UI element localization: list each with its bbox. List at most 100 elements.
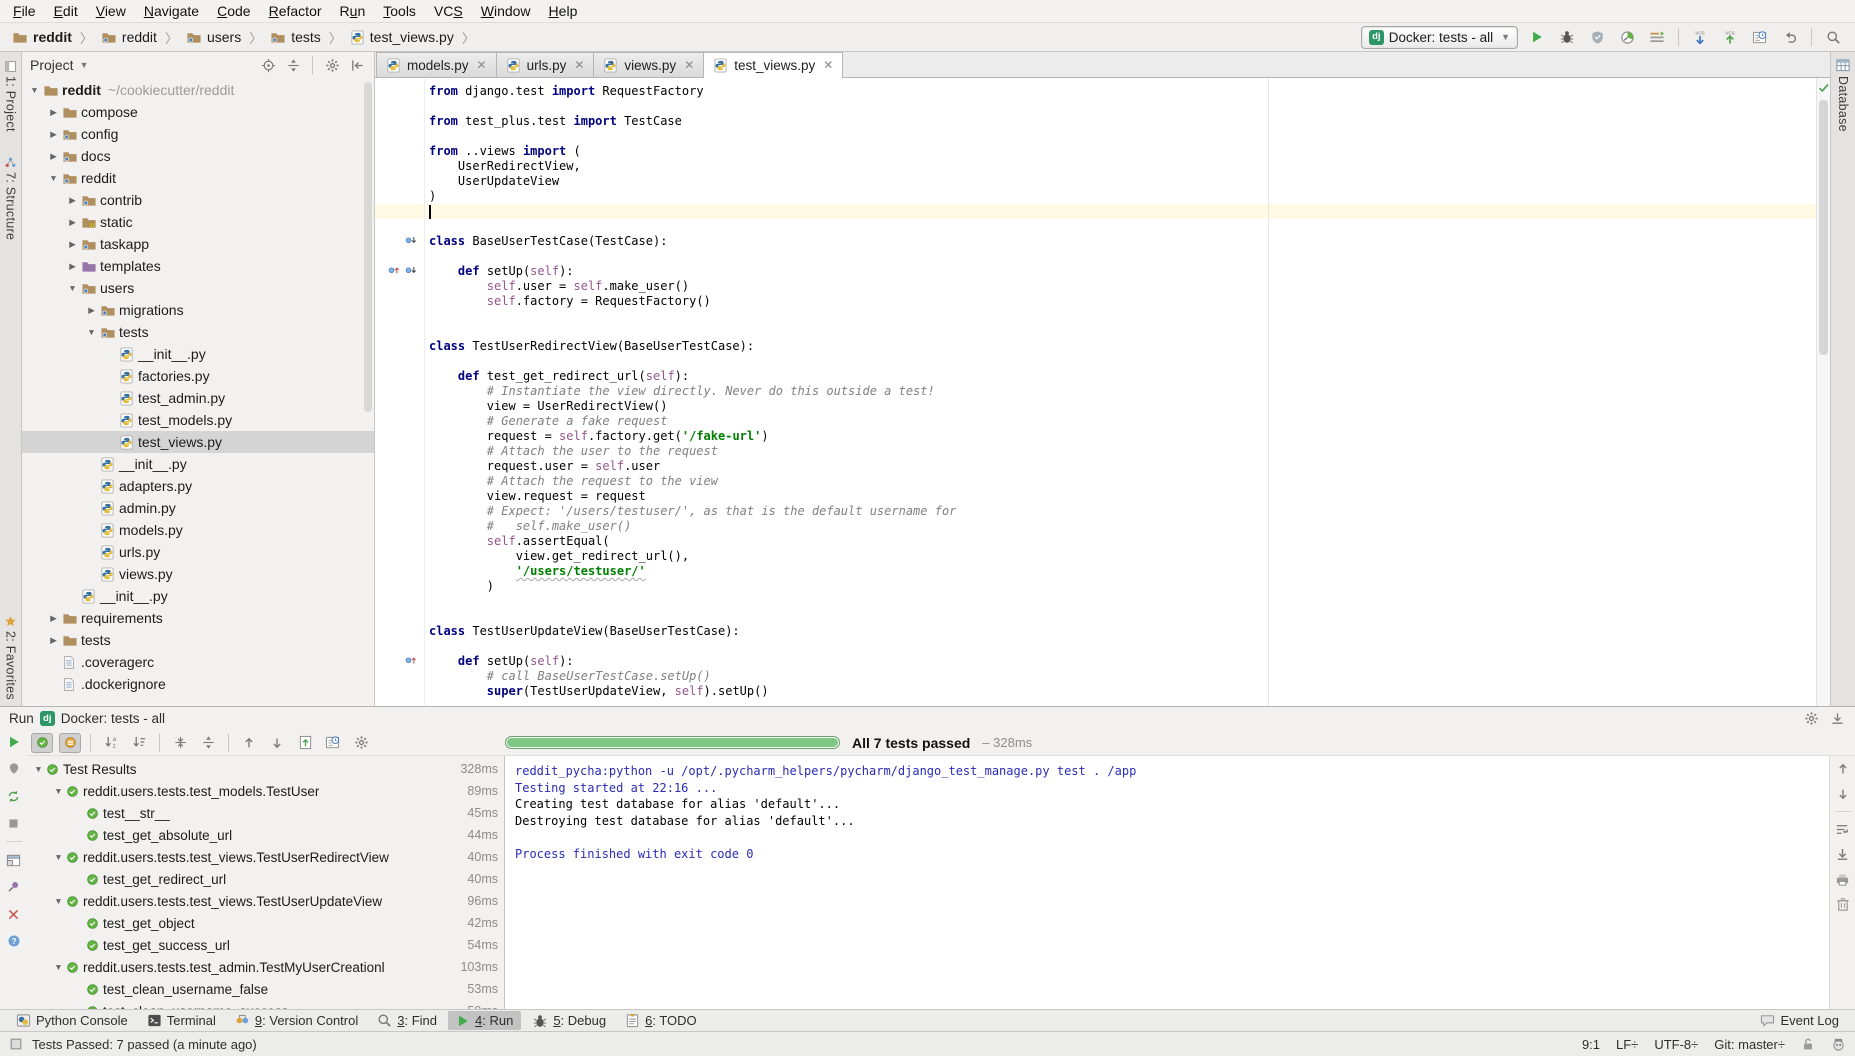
chevron-right-icon[interactable]: ▶ <box>64 217 81 228</box>
toolwindow-button-6-todo[interactable]: 6: TODO <box>617 1011 705 1030</box>
overridden-icon[interactable] <box>403 235 419 248</box>
editor-scrollbar[interactable] <box>1816 78 1830 706</box>
debug-button[interactable] <box>1555 26 1579 48</box>
tree-item[interactable]: ▶contrib <box>22 189 374 211</box>
editor-tab-models-py[interactable]: models.py✕ <box>376 52 497 77</box>
toolwindow-button-python-console[interactable]: Python Console <box>8 1011 136 1030</box>
tree-item[interactable]: ▶static <box>22 211 374 233</box>
overrides-icon[interactable] <box>403 655 419 668</box>
chevron-down-icon[interactable]: ▼ <box>51 896 66 906</box>
toggle-process-button[interactable] <box>4 760 24 778</box>
soft-wrap-button[interactable] <box>1833 821 1853 837</box>
chevron-down-icon[interactable]: ▼ <box>64 283 81 293</box>
close-tab-button[interactable] <box>4 905 24 923</box>
local-history-button[interactable] <box>1748 26 1772 48</box>
toolwindow-button-3-find[interactable]: 3: Find <box>369 1011 445 1030</box>
menu-vcs[interactable]: VCS <box>425 3 472 19</box>
menu-window[interactable]: Window <box>472 3 540 19</box>
tree-item[interactable]: ▼reddit <box>22 167 374 189</box>
breadcrumb-item[interactable]: tests <box>268 29 323 45</box>
panel-settings-button[interactable] <box>323 56 341 74</box>
test-result-row[interactable]: ▼reddit.users.tests.test_views.TestUserU… <box>27 890 504 912</box>
hide-run-panel-button[interactable] <box>1828 710 1846 728</box>
tree-item[interactable]: test_views.py <box>22 431 374 453</box>
event-log-button[interactable]: Event Log <box>1752 1011 1847 1030</box>
tool-button-database[interactable]: Database <box>1831 58 1855 132</box>
sort-by-duration-button[interactable] <box>128 733 150 753</box>
toolwindow-button-4-run[interactable]: 4: Run <box>448 1011 521 1030</box>
tree-item[interactable]: .coveragerc <box>22 651 374 673</box>
gutter-marker[interactable] <box>403 655 419 668</box>
run-button[interactable] <box>1525 26 1549 48</box>
test-result-row[interactable]: test_get_object42ms <box>27 912 504 934</box>
chevron-down-icon[interactable]: ▼ <box>31 764 46 774</box>
show-ignored-toggle[interactable] <box>59 733 81 753</box>
tree-item[interactable]: .dockerignore <box>22 673 374 695</box>
tree-item[interactable]: ▶tests <box>22 629 374 651</box>
menu-file[interactable]: File <box>4 3 45 19</box>
collapse-all-button[interactable] <box>284 56 302 74</box>
code-editor[interactable]: from django.test import RequestFactoryfr… <box>375 78 1830 706</box>
tree-item[interactable]: test_admin.py <box>22 387 374 409</box>
chevron-right-icon[interactable]: ▶ <box>45 635 62 646</box>
tree-item[interactable]: factories.py <box>22 365 374 387</box>
editor-tab-urls-py[interactable]: urls.py✕ <box>496 52 595 77</box>
menu-help[interactable]: Help <box>540 3 587 19</box>
vcs-update-button[interactable]: VCS <box>1688 26 1712 48</box>
tool-button-7-structure[interactable]: 7: Structure <box>0 156 21 240</box>
test-result-row[interactable]: test_get_redirect_url40ms <box>27 868 504 890</box>
chevron-right-icon[interactable]: ▶ <box>64 261 81 272</box>
chevron-right-icon[interactable]: ▶ <box>64 239 81 250</box>
scroll-up-button[interactable] <box>1833 761 1853 777</box>
chevron-down-icon[interactable]: ▼ <box>83 327 100 337</box>
chevron-down-icon[interactable]: ▼ <box>51 852 66 862</box>
chevron-right-icon[interactable]: ▶ <box>45 129 62 140</box>
tree-item[interactable]: views.py <box>22 563 374 585</box>
toolwindow-button-terminal[interactable]: Terminal <box>139 1011 224 1030</box>
toolwindow-button-5-debug[interactable]: 5: Debug <box>524 1011 614 1030</box>
show-passed-toggle[interactable] <box>31 733 53 753</box>
rerun-failed-button[interactable] <box>4 787 24 805</box>
menu-edit[interactable]: Edit <box>45 3 87 19</box>
chevron-right-icon[interactable]: ▶ <box>45 107 62 118</box>
test-result-row[interactable]: test_get_absolute_url44ms <box>27 824 504 846</box>
search-everywhere-button[interactable] <box>1821 26 1845 48</box>
test-history-button[interactable] <box>322 733 344 753</box>
tree-item[interactable]: ▶templates <box>22 255 374 277</box>
chevron-down-icon[interactable]: ▼ <box>51 786 66 796</box>
chevron-down-icon[interactable]: ▼ <box>80 60 89 70</box>
editor-scrollbar-thumb[interactable] <box>1819 100 1828 355</box>
print-button[interactable] <box>1833 871 1853 887</box>
tool-button-1-project[interactable]: 1: Project <box>0 60 21 132</box>
close-tab-icon[interactable]: ✕ <box>684 58 694 72</box>
gutter-marker[interactable] <box>386 265 419 278</box>
lock-icon[interactable] <box>1801 1037 1815 1052</box>
tree-item[interactable]: admin.py <box>22 497 374 519</box>
project-scrollbar[interactable] <box>364 82 372 412</box>
status-widget[interactable]: UTF-8÷ <box>1654 1037 1698 1052</box>
tree-item[interactable]: __init__.py <box>22 343 374 365</box>
vcs-commit-button[interactable]: VCS <box>1718 26 1742 48</box>
pin-tab-button[interactable] <box>4 878 24 896</box>
breadcrumb-item[interactable]: users <box>184 29 243 45</box>
previous-test-button[interactable] <box>238 733 260 753</box>
next-test-button[interactable] <box>266 733 288 753</box>
test-result-row[interactable]: ▼reddit.users.tests.test_models.TestUser… <box>27 780 504 802</box>
overridden-icon[interactable] <box>403 265 419 278</box>
breadcrumb-item[interactable]: reddit <box>99 29 159 45</box>
status-widget[interactable]: LF÷ <box>1616 1037 1638 1052</box>
tree-item[interactable]: ▶compose <box>22 101 374 123</box>
help-button[interactable]: ? <box>4 932 24 950</box>
menu-refactor[interactable]: Refactor <box>260 3 331 19</box>
breadcrumb-item[interactable]: test_views.py <box>348 29 456 45</box>
highlighting-level-icon[interactable] <box>1831 1037 1846 1052</box>
run-panel-settings-button[interactable] <box>1802 710 1820 728</box>
chevron-right-icon[interactable]: ▶ <box>83 305 100 316</box>
tree-item[interactable]: models.py <box>22 519 374 541</box>
stop-button[interactable] <box>4 814 24 832</box>
gutter-marker[interactable] <box>403 235 419 248</box>
rerun-button[interactable] <box>4 733 24 751</box>
tree-item[interactable]: ▶config <box>22 123 374 145</box>
chevron-down-icon[interactable]: ▼ <box>26 85 43 95</box>
tree-item[interactable]: ▶migrations <box>22 299 374 321</box>
